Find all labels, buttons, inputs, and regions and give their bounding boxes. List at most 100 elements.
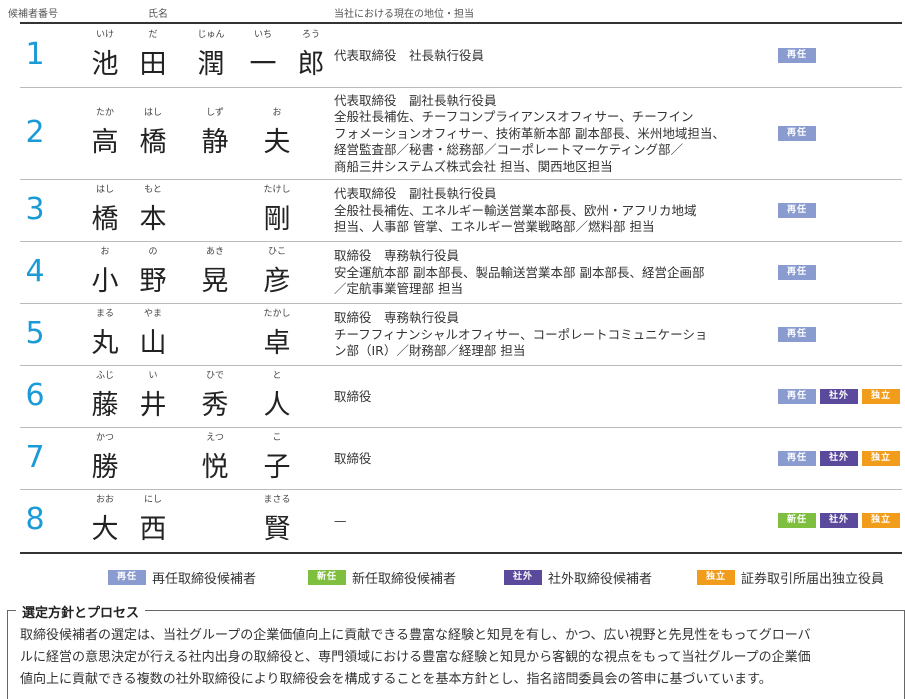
furigana: じゅん: [197, 30, 225, 40]
candidate-row: 2 たか高 はし橋 しず静 お夫 代表取締役 副社長執行役員 全般社長補佐、チーフコンプライ…: [20, 88, 902, 180]
status-badge: 社外: [820, 513, 858, 528]
name-kanji: 秀: [201, 390, 229, 421]
name-kanji: 大: [91, 514, 119, 545]
candidate-number: 2: [25, 115, 45, 150]
candidate-role: 取締役 専務執行役員 チーフフィナンシャルオフィサー、コーポレートコミュニケーショ…: [334, 310, 774, 360]
candidate-role: 取締役 専務執行役員 安全運航本部 副本部長、製品輸送営業本部 副本部長、経営企画…: [334, 248, 774, 298]
candidate-role: 取締役: [334, 389, 774, 406]
name-kanji: 勝: [91, 452, 119, 483]
status-badge: 再任: [778, 265, 816, 280]
furigana: お: [100, 247, 110, 257]
candidate-number: 7: [25, 440, 45, 475]
furigana: しず: [206, 108, 224, 118]
status-badge: 再任: [778, 389, 816, 404]
furigana: ひこ: [267, 247, 286, 257]
name-kanji: 静: [201, 127, 229, 158]
furigana: はし: [95, 185, 114, 195]
header-role: 当社における現在の地位・担当: [334, 9, 474, 20]
furigana: ひで: [205, 371, 224, 381]
candidate-row: 3 はし橋 もと本 たけし剛 代表取締役 副社長執行役員 全般社長補佐、エネルギー輸送営業…: [20, 180, 902, 242]
furigana: はし: [143, 108, 162, 118]
name-kanji: 高: [91, 127, 119, 158]
header-number: 候補者番号: [8, 9, 58, 20]
candidate-name: おお大 にし西 まさる賢: [78, 495, 308, 545]
role-line: 経営監査部／秘書・総務部／コーポレートマーケティング部／: [334, 142, 684, 158]
furigana: だ: [148, 30, 158, 40]
role-line: 取締役 専務執行役員: [334, 310, 460, 326]
furigana: あき: [205, 247, 224, 257]
name-kanji: 西: [139, 514, 167, 545]
furigana: やま: [143, 309, 162, 319]
status-badge: 社外: [820, 389, 858, 404]
role-line: 代表取締役 副社長執行役員: [334, 186, 497, 202]
candidate-row: 1 いけ池 だ田 じゅん潤 いち一 ろう郎代表取締役 社長執行役員 再任: [20, 24, 902, 88]
legend: 再任 再任取締役候補者 新任 新任取締役候補者 社外 社外取締役候補者 独立 証券取引所届出独…: [0, 568, 905, 588]
role-line: —: [334, 512, 347, 528]
table-header: 候補者番号 氏名 当社における現在の地位・担当: [0, 0, 905, 22]
candidate-name: お小 の野 あき晃 ひこ彦: [78, 247, 308, 297]
candidate-badges: 再任 社外 独立: [778, 389, 900, 404]
policy-text: 取締役候補者の選定は、当社グループの企業価値向上に貢献できる豊富な経験と知見を有…: [20, 625, 898, 691]
legend-item: 独立 証券取引所届出独立役員: [697, 568, 884, 587]
candidate-number: 5: [25, 316, 45, 351]
status-badge: 社外: [820, 451, 858, 466]
policy-box: 選定方針とプロセス 取締役候補者の選定は、当社グループの企業価値向上に貢献できる…: [7, 602, 905, 699]
name-kanji: 丸: [91, 328, 119, 359]
furigana: にし: [143, 495, 162, 505]
name-kanji: 卓: [263, 328, 291, 359]
role-line: 取締役: [334, 388, 372, 404]
candidate-badges: 再任: [778, 126, 816, 141]
status-badge: 独立: [862, 513, 900, 528]
candidate-number: 3: [25, 192, 45, 227]
furigana: まさる: [263, 495, 291, 505]
furigana: い: [148, 371, 158, 381]
name-kanji: 潤: [197, 49, 225, 80]
furigana: たかし: [263, 309, 291, 319]
furigana: ろう: [301, 30, 320, 40]
role-line: ン部（IR）／財務部／経理部 担当: [334, 343, 526, 359]
furigana: たか: [95, 108, 114, 118]
role-line: 代表取締役 副社長執行役員: [334, 92, 497, 108]
policy-line: ルに経営の意思決定が行える社内出身の取締役と、専門領域における豊富な経験と知見か…: [20, 650, 811, 665]
name-kanji: 藤: [91, 390, 119, 421]
name-kanji: 野: [139, 266, 167, 297]
candidate-badges: 再任 社外 独立: [778, 451, 900, 466]
role-line: 代表取締役 社長執行役員: [334, 47, 485, 63]
role-line: フォメーションオフィサー、技術革新本部 副本部長、米州地域担当、: [334, 125, 725, 141]
candidate-badges: 再任: [778, 48, 816, 63]
candidate-row: 5 まる丸 やま山 たかし卓 取締役 専務執行役員 チーフフィナンシャルオフィサー、コーポ…: [20, 304, 902, 366]
name-kanji: 池: [91, 49, 119, 80]
role-line: チーフフィナンシャルオフィサー、コーポレートコミュニケーショ: [334, 326, 708, 342]
furigana: の: [148, 247, 158, 257]
candidate-role: —: [334, 513, 774, 530]
candidate-row: 4 お小 の野 あき晃 ひこ彦 取締役 専務執行役員 安全運航本部 副本部長、製品輸送営業本…: [20, 242, 902, 304]
candidate-badges: 再任: [778, 265, 816, 280]
furigana: えつ: [206, 433, 224, 443]
legend-item: 新任 新任取締役候補者: [308, 568, 456, 587]
furigana: もと: [144, 185, 162, 195]
name-kanji: 井: [139, 390, 167, 421]
name-kanji: 人: [263, 390, 291, 421]
candidate-row: 7 かつ勝 えつ悦 こ子 取締役 再任 社外 独立: [20, 428, 902, 490]
name-kanji: 郎: [297, 49, 325, 80]
candidate-role: 代表取締役 社長執行役員: [334, 48, 774, 65]
candidate-number: 8: [25, 502, 45, 537]
name-kanji: 橋: [91, 204, 119, 235]
furigana: お: [272, 108, 282, 118]
legend-label: 証券取引所届出独立役員: [741, 572, 885, 587]
furigana: こ: [272, 433, 282, 443]
furigana: たけし: [263, 185, 291, 195]
candidate-name: たか高 はし橋 しず静 お夫: [78, 108, 308, 158]
candidate-name: はし橋 もと本 たけし剛: [78, 185, 308, 235]
role-line: 安全運航本部 副本部長、製品輸送営業本部 副本部長、経営企画部: [334, 264, 705, 280]
name-kanji: 山: [139, 328, 167, 359]
role-line: 取締役: [334, 450, 372, 466]
candidate-number: 1: [25, 37, 45, 72]
candidate-number: 4: [25, 254, 45, 289]
candidate-name: かつ勝 えつ悦 こ子: [78, 433, 308, 483]
candidate-number: 6: [25, 378, 45, 413]
header-name: 氏名: [148, 9, 168, 20]
status-badge: 再任: [778, 327, 816, 342]
legend-label: 新任取締役候補者: [352, 572, 457, 587]
status-badge: 独立: [862, 451, 900, 466]
